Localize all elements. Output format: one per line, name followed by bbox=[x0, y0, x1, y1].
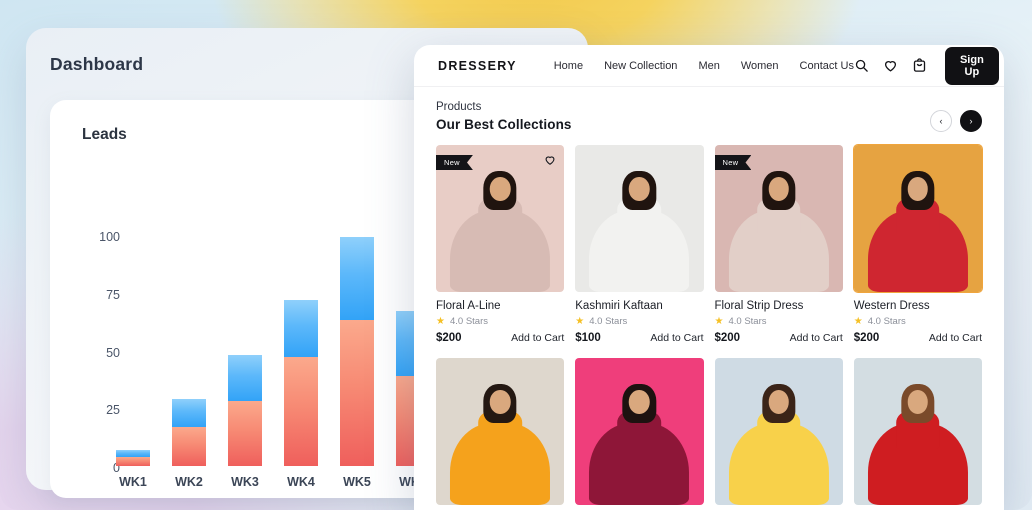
product-footer: $100 Add to Cart bbox=[575, 332, 703, 344]
product-rating: ★ 4.0 Stars bbox=[575, 316, 703, 327]
product-card[interactable] bbox=[853, 358, 982, 505]
rating-text: 4.0 Stars bbox=[589, 316, 628, 327]
product-card[interactable]: Kashmiri Kaftaan ★ 4.0 Stars $100 Add to Car… bbox=[575, 145, 704, 344]
heart-icon[interactable] bbox=[883, 58, 898, 73]
add-to-cart-button[interactable]: Add to Cart bbox=[790, 332, 843, 344]
shop-content: Products Our Best Collections ‹ › New Flo… bbox=[414, 87, 1004, 505]
product-card[interactable]: New Floral A-Line ★ 4.0 Stars $200 Add to Car… bbox=[436, 145, 565, 344]
shop-browser-window: DRESSERY Home New Collection Men Women Conta… bbox=[414, 45, 1004, 510]
product-card[interactable] bbox=[575, 358, 704, 505]
shop-navbar: DRESSERY Home New Collection Men Women Conta… bbox=[414, 45, 1004, 87]
chart-title: Leads bbox=[82, 126, 127, 143]
product-rating: ★ 4.0 Stars bbox=[854, 316, 982, 327]
nav-actions: Sign Up bbox=[854, 46, 999, 85]
signup-button[interactable]: Sign Up bbox=[944, 46, 999, 85]
bar-segment-growth bbox=[340, 237, 374, 321]
carousel-prev-button[interactable]: ‹ bbox=[930, 110, 952, 132]
nav-link-men[interactable]: Men bbox=[698, 60, 719, 72]
product-card[interactable] bbox=[714, 358, 843, 505]
x-axis-label: WK1 bbox=[119, 475, 147, 489]
product-price: $100 bbox=[575, 332, 601, 344]
product-name: Kashmiri Kaftaan bbox=[575, 300, 663, 312]
bar-segment-base bbox=[340, 320, 374, 466]
bar-segment-growth bbox=[228, 355, 262, 402]
rating-text: 4.0 Stars bbox=[449, 316, 488, 327]
section-eyebrow: Products bbox=[436, 101, 482, 113]
carousel-controls: ‹ › bbox=[930, 110, 982, 132]
product-image[interactable] bbox=[852, 144, 984, 293]
product-footer: $200 Add to Cart bbox=[854, 332, 982, 344]
product-card[interactable] bbox=[436, 358, 565, 505]
product-name: Floral Strip Dress bbox=[714, 300, 804, 312]
product-price: $200 bbox=[853, 332, 880, 344]
rating-text: 4.0 Stars bbox=[867, 316, 906, 327]
product-footer: $200 Add to Cart bbox=[715, 332, 843, 344]
page-background: Dashboard Leads 0 25 50 75 100 WK1 WK2 WK3 WK4 W… bbox=[0, 0, 1032, 510]
product-card[interactable]: Western Dress ★ 4.0 Stars $200 Add to Cart bbox=[852, 144, 984, 344]
shopping-bag-icon[interactable] bbox=[912, 58, 927, 73]
section-title: Our Best Collections bbox=[436, 117, 572, 132]
search-icon[interactable] bbox=[854, 58, 869, 73]
star-icon: ★ bbox=[853, 315, 863, 327]
nav-link-contact-us[interactable]: Contact Us bbox=[800, 60, 854, 72]
product-image[interactable] bbox=[575, 358, 704, 505]
nav-link-home[interactable]: Home bbox=[554, 60, 583, 72]
bar-segment-growth bbox=[172, 399, 206, 427]
bar-segment-growth bbox=[116, 449, 150, 457]
product-name: Western Dress bbox=[853, 300, 930, 312]
product-photo bbox=[575, 145, 704, 292]
product-price: $200 bbox=[714, 332, 741, 344]
bar-segment-base bbox=[116, 456, 150, 466]
product-image[interactable] bbox=[714, 358, 843, 505]
bar-segment-base bbox=[172, 426, 206, 466]
add-to-cart-button[interactable]: Add to Cart bbox=[650, 332, 703, 344]
product-image[interactable] bbox=[853, 358, 982, 505]
x-axis-label: WK3 bbox=[231, 475, 259, 489]
bar-segment-base bbox=[228, 401, 262, 466]
bar-segment-base bbox=[284, 357, 318, 466]
star-icon: ★ bbox=[575, 315, 585, 327]
product-rating: ★ 4.0 Stars bbox=[715, 316, 843, 327]
star-icon: ★ bbox=[714, 315, 724, 327]
product-image[interactable] bbox=[436, 358, 565, 505]
add-to-cart-button[interactable]: Add to Cart bbox=[511, 332, 564, 344]
x-axis-label: WK4 bbox=[287, 475, 315, 489]
product-image[interactable] bbox=[575, 145, 704, 292]
nav-link-new-collection[interactable]: New Collection bbox=[604, 60, 677, 72]
brand-logo: DRESSERY bbox=[438, 58, 517, 73]
section-header: Products Our Best Collections ‹ › bbox=[436, 101, 982, 132]
product-name: Floral A-Line bbox=[436, 300, 501, 312]
bar-segment-growth bbox=[284, 299, 318, 358]
product-rating: ★ 4.0 Stars bbox=[436, 316, 564, 327]
product-photo bbox=[714, 358, 843, 505]
product-photo bbox=[853, 358, 982, 505]
star-icon: ★ bbox=[436, 315, 445, 327]
add-to-cart-button[interactable]: Add to Cart bbox=[929, 332, 982, 344]
product-grid-row-2 bbox=[436, 358, 982, 505]
x-axis-label: WK5 bbox=[343, 475, 371, 489]
product-price: $200 bbox=[436, 332, 462, 344]
rating-text: 4.0 Stars bbox=[728, 316, 767, 327]
x-axis-label: WK2 bbox=[175, 475, 203, 489]
product-photo bbox=[436, 358, 565, 505]
page-title: Dashboard bbox=[50, 54, 144, 74]
product-image[interactable]: New bbox=[714, 145, 843, 292]
product-image[interactable]: New bbox=[436, 145, 565, 292]
wishlist-heart-icon[interactable] bbox=[544, 153, 556, 165]
product-grid-row-1: New Floral A-Line ★ 4.0 Stars $200 Add to Car… bbox=[436, 144, 984, 344]
nav-links: Home New Collection Men Women Contact Us bbox=[554, 60, 854, 72]
product-photo bbox=[575, 358, 704, 505]
nav-link-women[interactable]: Women bbox=[741, 60, 779, 72]
carousel-next-button[interactable]: › bbox=[960, 110, 982, 132]
product-card[interactable]: New Floral Strip Dress ★ 4.0 Stars $200 Add t… bbox=[714, 145, 843, 344]
product-footer: $200 Add to Cart bbox=[436, 332, 564, 344]
product-photo bbox=[853, 145, 982, 292]
